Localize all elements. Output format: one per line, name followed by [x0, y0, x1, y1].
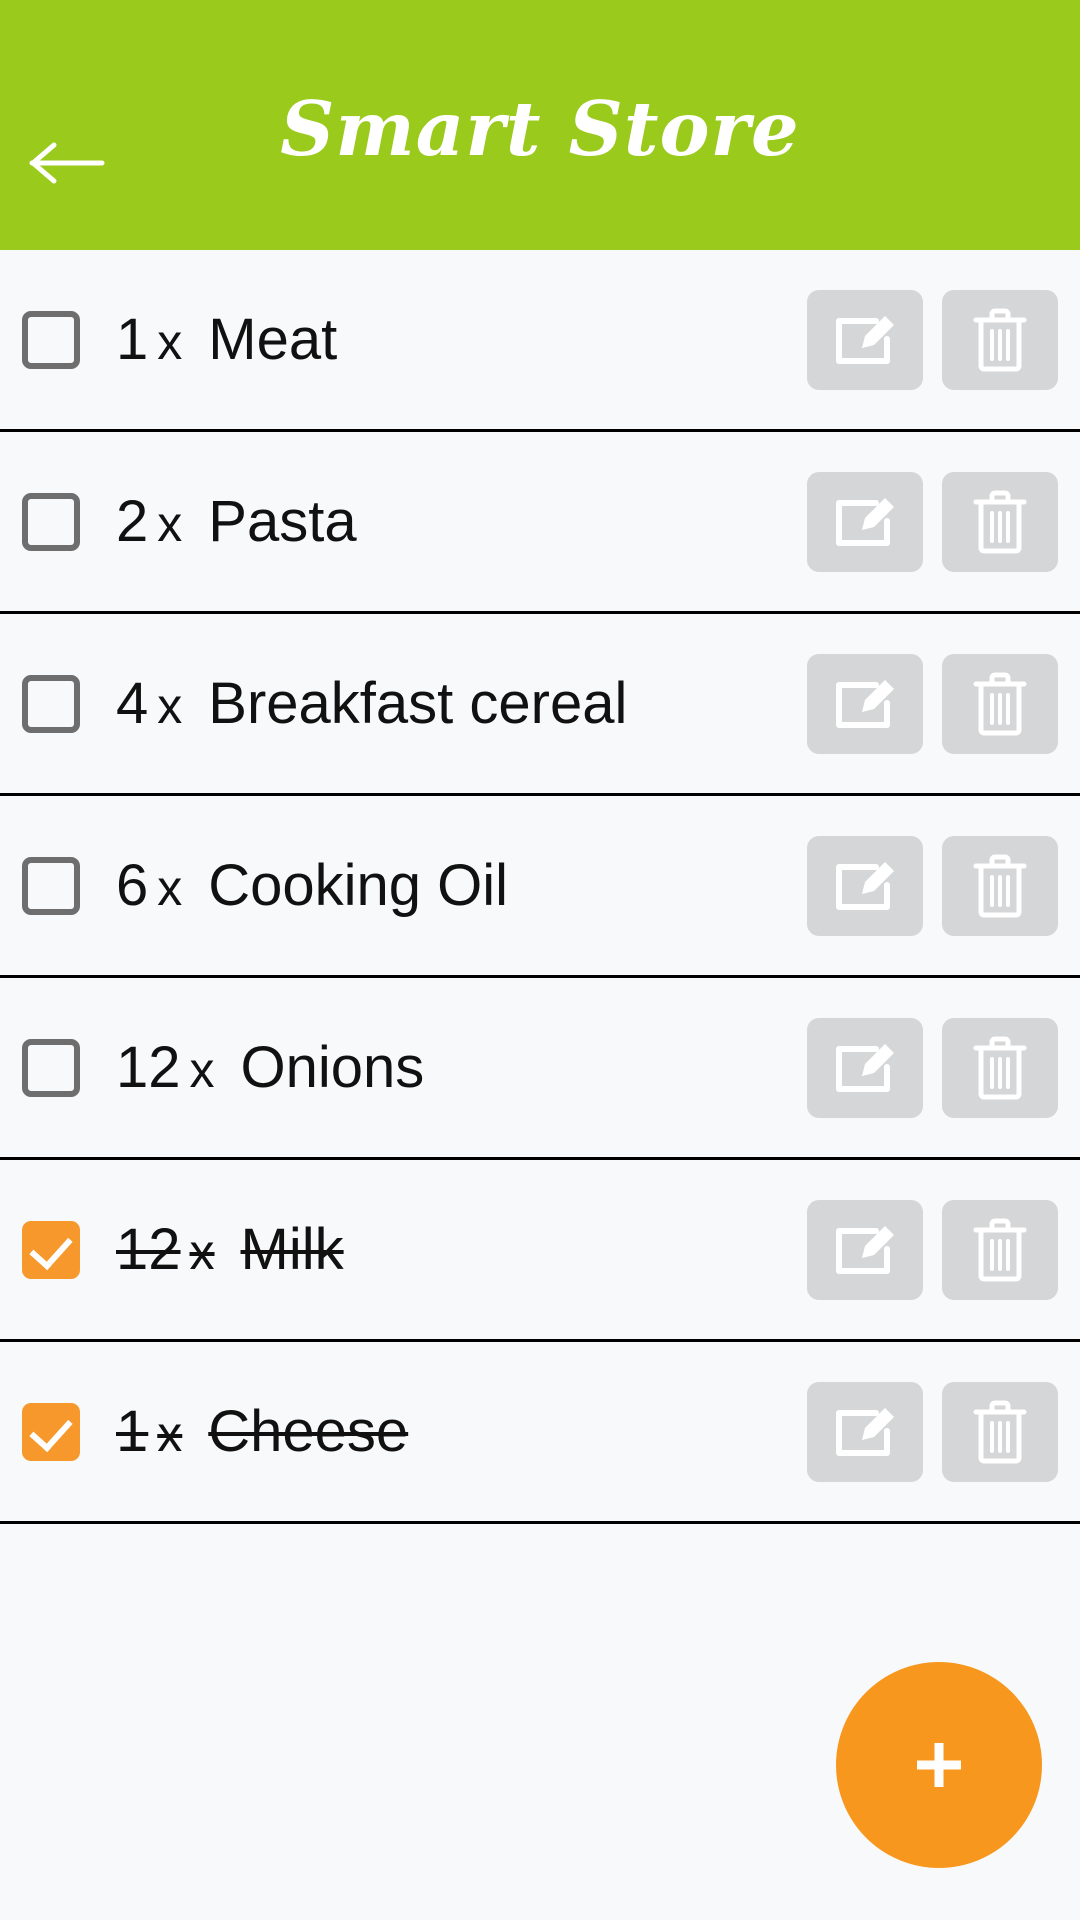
edit-item-button[interactable] [807, 289, 923, 390]
item-text: 1 x Cheese [116, 1398, 788, 1465]
trash-icon [969, 1215, 1031, 1285]
item-actions [788, 471, 1058, 572]
item-quantity: 12 [116, 1035, 181, 1100]
item-checkbox[interactable] [22, 310, 80, 369]
item-multiplier: x [157, 860, 183, 916]
item-checkbox[interactable] [22, 1220, 80, 1279]
page-title: Smart Store [280, 85, 800, 173]
item-name: Cooking Oil [208, 853, 509, 918]
trash-icon [969, 1397, 1031, 1467]
list-item[interactable]: 2 x Pasta [0, 432, 1080, 614]
item-quantity: 1 [116, 1399, 149, 1464]
item-name: Onions [240, 1035, 425, 1100]
list-item[interactable]: 12 x Milk [0, 1160, 1080, 1342]
delete-item-button[interactable] [942, 1017, 1058, 1118]
list-item[interactable]: 4 x Breakfast cereal [0, 614, 1080, 796]
edit-item-button[interactable] [807, 1199, 923, 1300]
item-multiplier: x [189, 1224, 215, 1280]
item-checkbox[interactable] [22, 492, 80, 551]
edit-pencil-icon [829, 1219, 901, 1281]
item-quantity: 6 [116, 853, 149, 918]
edit-pencil-icon [829, 855, 901, 917]
item-checkbox[interactable] [22, 674, 80, 733]
edit-pencil-icon [829, 1037, 901, 1099]
item-multiplier: x [157, 678, 183, 734]
app-header: Smart Store [0, 0, 1080, 250]
item-multiplier: x [157, 496, 183, 552]
item-checkbox[interactable] [22, 856, 80, 915]
delete-item-button[interactable] [942, 1199, 1058, 1300]
list-item[interactable]: 12 x Onions [0, 978, 1080, 1160]
list-item[interactable]: 1 x Cheese [0, 1342, 1080, 1524]
item-checkbox[interactable] [22, 1402, 80, 1461]
edit-pencil-icon [829, 491, 901, 553]
item-name: Breakfast cereal [208, 671, 628, 736]
edit-item-button[interactable] [807, 471, 923, 572]
item-actions [788, 1381, 1058, 1482]
item-name: Cheese [208, 1399, 409, 1464]
edit-item-button[interactable] [807, 1381, 923, 1482]
trash-icon [969, 305, 1031, 375]
plus-icon [908, 1734, 970, 1796]
add-item-fab[interactable] [836, 1662, 1042, 1868]
edit-item-button[interactable] [807, 1017, 923, 1118]
edit-pencil-icon [829, 673, 901, 735]
trash-icon [969, 1033, 1031, 1103]
item-text: 2 x Pasta [116, 488, 788, 555]
edit-pencil-icon [829, 309, 901, 371]
list-item[interactable]: 6 x Cooking Oil [0, 796, 1080, 978]
item-quantity: 1 [116, 307, 149, 372]
item-actions [788, 653, 1058, 754]
edit-item-button[interactable] [807, 835, 923, 936]
list-item[interactable]: 1 x Meat [0, 250, 1080, 432]
delete-item-button[interactable] [942, 289, 1058, 390]
item-actions [788, 289, 1058, 390]
edit-item-button[interactable] [807, 653, 923, 754]
item-quantity: 2 [116, 489, 149, 554]
item-text: 12 x Milk [116, 1216, 788, 1283]
item-name: Meat [208, 307, 338, 372]
item-actions [788, 1199, 1058, 1300]
delete-item-button[interactable] [942, 835, 1058, 936]
item-text: 1 x Meat [116, 306, 788, 373]
item-checkbox[interactable] [22, 1038, 80, 1097]
item-multiplier: x [157, 314, 183, 370]
item-quantity: 12 [116, 1217, 181, 1282]
item-quantity: 4 [116, 671, 149, 736]
item-actions [788, 835, 1058, 936]
item-text: 12 x Onions [116, 1034, 788, 1101]
trash-icon [969, 487, 1031, 557]
delete-item-button[interactable] [942, 1381, 1058, 1482]
trash-icon [969, 851, 1031, 921]
item-actions [788, 1017, 1058, 1118]
item-multiplier: x [189, 1042, 215, 1098]
trash-icon [969, 669, 1031, 739]
item-text: 6 x Cooking Oil [116, 852, 788, 919]
edit-pencil-icon [829, 1401, 901, 1463]
item-name: Milk [240, 1217, 344, 1282]
app-root: Smart Store 1 x Meat 2 x Pasta 4 x Breakfast cer… [0, 0, 1080, 1920]
item-multiplier: x [157, 1406, 183, 1462]
shopping-list: 1 x Meat 2 x Pasta 4 x Breakfast cereal 6 x Cooking… [0, 250, 1080, 1524]
delete-item-button[interactable] [942, 471, 1058, 572]
item-name: Pasta [208, 489, 357, 554]
item-text: 4 x Breakfast cereal [116, 670, 788, 737]
delete-item-button[interactable] [942, 653, 1058, 754]
